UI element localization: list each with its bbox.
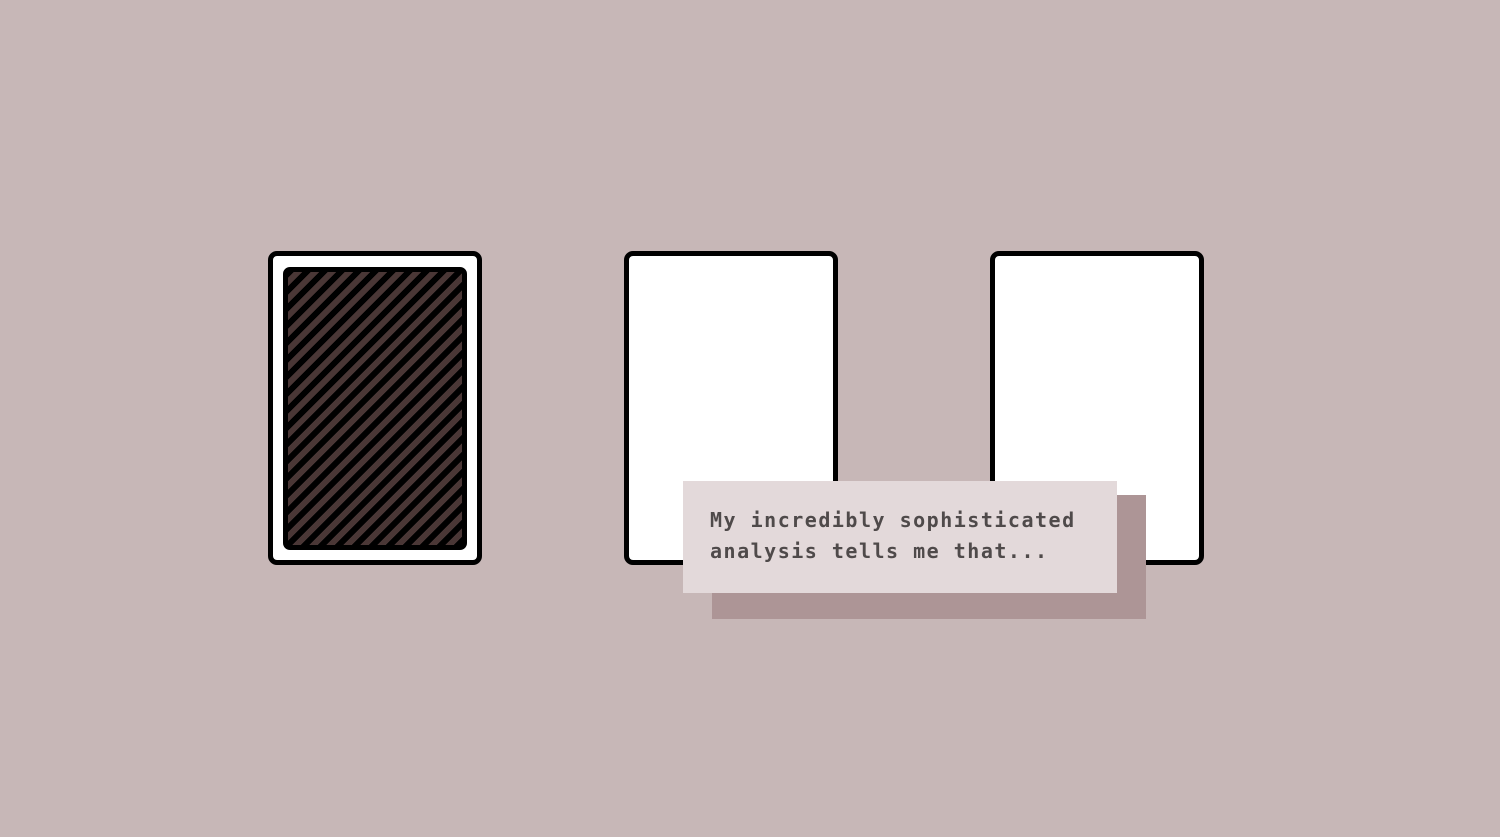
game-screen: { "dialog": { "lines": [ "My incredibly … xyxy=(0,0,1500,837)
card-face-down[interactable] xyxy=(268,251,482,565)
dialog-line-1: My incredibly sophisticated xyxy=(710,508,1076,532)
card-back-pattern xyxy=(283,267,467,550)
dialog-box[interactable]: My incredibly sophisticated analysis tel… xyxy=(683,481,1117,593)
dialog-line-2: analysis tells me that... xyxy=(710,539,1049,563)
